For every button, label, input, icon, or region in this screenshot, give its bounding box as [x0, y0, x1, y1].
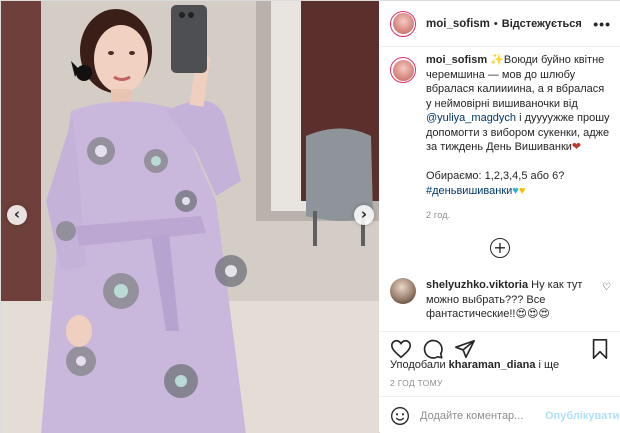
- emoji-icon[interactable]: [390, 406, 410, 426]
- likes-suffix[interactable]: і ще: [535, 359, 560, 371]
- author-avatar[interactable]: [390, 10, 416, 37]
- mention-link[interactable]: @yuliya_magdych: [426, 112, 516, 124]
- comment-icon[interactable]: [422, 338, 444, 360]
- red-heart-icon: ❤: [571, 141, 582, 153]
- comment-like-icon[interactable]: ♡: [602, 282, 611, 322]
- comment-emojis: 😍😍😍: [515, 308, 550, 320]
- header-separator: •: [493, 17, 498, 30]
- likes-prefix: Уподобали: [390, 359, 449, 371]
- likes-summary: Уподобали kharaman_diana і ще: [390, 359, 559, 371]
- publish-button[interactable]: Опублікувати: [545, 410, 619, 422]
- add-comment-bar: Опублікувати: [380, 396, 620, 433]
- following-button[interactable]: Відстежується: [502, 18, 582, 30]
- prev-photo-button[interactable]: ‹: [7, 205, 27, 225]
- comment-item: shelyuzhko.viktoria Ну как тут можно выб…: [390, 278, 611, 322]
- likes-user[interactable]: kharaman_diana: [449, 359, 536, 371]
- plus-icon: +: [493, 237, 507, 257]
- instagram-post: ‹ › moi_sofism • Відстежується ••• moi_s…: [0, 0, 620, 433]
- commenter-username[interactable]: shelyuzhko.viktoria: [426, 279, 528, 291]
- commenter-avatar[interactable]: [390, 278, 416, 304]
- heart-icon[interactable]: [390, 338, 412, 360]
- caption-text: moi_sofism ✨Воюди буйно квітне черемшина…: [426, 53, 611, 223]
- sparkles-icon: ✨: [490, 54, 504, 66]
- caption-vote: Обираємо: 1,2,3,4,5 або 6?: [426, 170, 565, 182]
- caption-username[interactable]: moi_sofism: [426, 54, 487, 66]
- caption-time[interactable]: 2 год.: [426, 208, 611, 223]
- photo-illustration: [1, 1, 379, 433]
- hashtag-link[interactable]: #деньвишиванки: [426, 185, 512, 197]
- comment-input[interactable]: [420, 409, 545, 422]
- post-header: moi_sofism • Відстежується •••: [380, 1, 620, 47]
- load-more-comments-button[interactable]: +: [490, 238, 510, 258]
- post-timestamp[interactable]: 2 ГОД ТОМУ: [390, 378, 443, 388]
- yellow-heart-icon: ♥: [518, 184, 526, 197]
- bookmark-icon[interactable]: [589, 338, 611, 360]
- share-icon[interactable]: [454, 338, 476, 360]
- post-side-panel: moi_sofism • Відстежується ••• moi_sofis…: [380, 1, 620, 433]
- action-bar: [380, 331, 620, 359]
- comments-section: moi_sofism ✨Воюди буйно квітне черемшина…: [380, 53, 620, 323]
- chevron-right-icon: ›: [360, 204, 368, 223]
- comment-text: shelyuzhko.viktoria Ну как тут можно выб…: [426, 278, 586, 322]
- caption: moi_sofism ✨Воюди буйно квітне черемшина…: [390, 53, 611, 223]
- caption-avatar[interactable]: [390, 57, 416, 83]
- more-options-icon[interactable]: •••: [593, 16, 611, 32]
- post-photo[interactable]: ‹ ›: [1, 1, 379, 433]
- author-username[interactable]: moi_sofism: [426, 18, 490, 30]
- next-photo-button[interactable]: ›: [354, 205, 374, 225]
- chevron-left-icon: ‹: [13, 204, 21, 223]
